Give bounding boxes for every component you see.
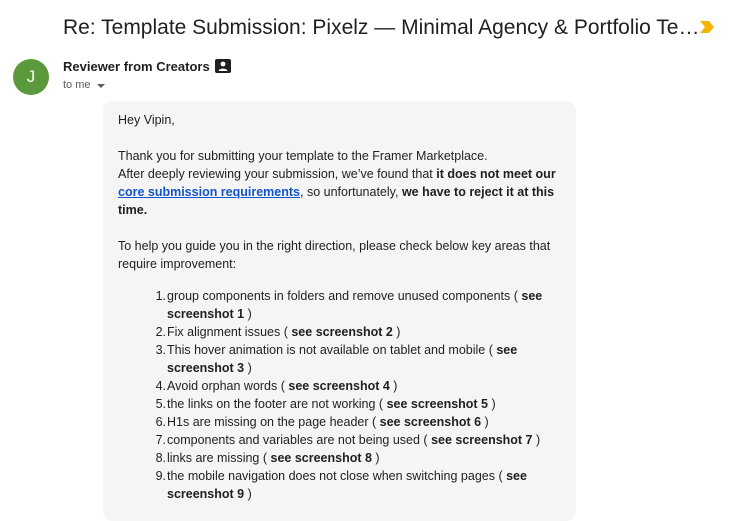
screenshot-ref: see screenshot 7 [431, 433, 533, 447]
chevron-down-icon [96, 83, 105, 88]
review-bold: it does not meet our [436, 167, 556, 181]
list-item-number: 2. [155, 325, 166, 339]
list-item: 3. This hover animation is not available … [118, 341, 562, 377]
list-item-text: the links on the footer are not working … [167, 397, 387, 411]
contact-card-icon[interactable] [215, 59, 231, 73]
sender-avatar[interactable]: J [13, 59, 49, 95]
list-item-number: 9. [155, 469, 166, 483]
list-item: 9. the mobile navigation does not close w… [118, 467, 562, 503]
list-item: 8. links are missing ( see screenshot 8 ) [118, 449, 562, 467]
review-after: , so unfortunately, [300, 185, 402, 199]
requirements-link[interactable]: core submission requirements [118, 185, 300, 199]
recipient-label: to me [63, 79, 91, 91]
list-item-number: 1. [155, 289, 166, 303]
screenshot-ref: see screenshot 5 [386, 397, 489, 411]
list-item-number: 3. [155, 343, 166, 357]
guide-text: To help you guide you in the right direc… [118, 239, 551, 271]
important-marker-icon[interactable] [700, 21, 714, 33]
list-item-text: the mobile navigation does not close whe… [167, 469, 507, 483]
list-item-text: This hover animation is not available on… [167, 343, 497, 357]
list-item-number: 8. [155, 451, 166, 465]
email-subject: Re: Template Submission: Pixelz — Minima… [63, 16, 703, 39]
list-item-close: ) [488, 397, 496, 411]
list-item-text: Fix alignment issues ( [167, 325, 292, 339]
list-item: 7. components and variables are not being… [118, 431, 562, 449]
review-before: After deeply reviewing your submission, … [118, 167, 437, 181]
intro-text: Thank you for submitting your template t… [118, 149, 488, 163]
list-item-text: H1s are missing on the page header ( [167, 415, 380, 429]
screenshot-ref: see screenshot 2 [291, 325, 393, 339]
list-item-close: ) [244, 307, 252, 321]
list-item-close: ) [244, 487, 252, 501]
list-item: 2. Fix alignment issues ( see screenshot … [118, 323, 562, 341]
improvement-list: 1. group components in folders and remove… [118, 287, 562, 503]
screenshot-ref: see screenshot 6 [379, 415, 482, 429]
list-item-text: links are missing ( [167, 451, 271, 465]
list-item-number: 7. [155, 433, 166, 447]
list-item-close: ) [244, 361, 252, 375]
screenshot-ref: see screenshot 4 [288, 379, 390, 393]
list-item-text: group components in folders and remove u… [167, 289, 522, 303]
sender-name[interactable]: Reviewer from Creators [63, 59, 210, 75]
screenshot-ref: see screenshot 8 [270, 451, 372, 465]
greeting: Hey Vipin, [118, 113, 175, 127]
list-item-close: ) [389, 379, 398, 393]
list-item-close: ) [532, 433, 541, 447]
list-item: 6. H1s are missing on the page header ( s… [118, 413, 562, 431]
review-paragraph: After deeply reviewing your submission, … [118, 165, 562, 219]
recipient-toggle[interactable]: to me [63, 78, 105, 92]
list-item: 1. group components in folders and remove… [118, 287, 562, 323]
list-item-text: Avoid orphan words ( [167, 379, 289, 393]
list-item-close: ) [392, 325, 401, 339]
list-item-number: 5. [155, 397, 166, 411]
list-item-number: 6. [155, 415, 166, 429]
list-item-close: ) [481, 415, 489, 429]
list-item: 5. the links on the footer are not workin… [118, 395, 562, 413]
list-item-number: 4. [155, 379, 166, 393]
message-body: Hey Vipin, Thank you for submitting your… [103, 101, 576, 521]
list-item-text: components and variables are not being u… [167, 433, 432, 447]
list-item: 4. Avoid orphan words ( see screenshot 4 … [118, 377, 562, 395]
list-item-close: ) [371, 451, 380, 465]
